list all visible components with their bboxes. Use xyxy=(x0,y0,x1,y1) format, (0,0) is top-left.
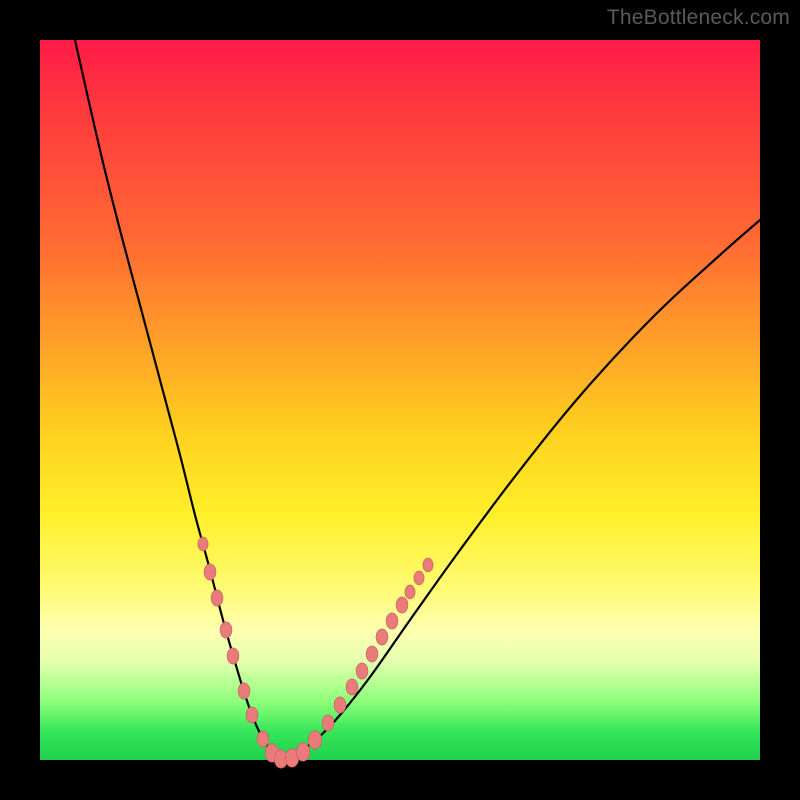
curve-left-branch xyxy=(75,40,280,759)
scatter-dot xyxy=(220,622,232,638)
chart-frame: TheBottleneck.com xyxy=(0,0,800,800)
scatter-dot xyxy=(211,590,223,606)
plot-area xyxy=(40,40,760,760)
scatter-dot xyxy=(227,648,239,664)
scatter-dot xyxy=(334,697,346,713)
scatter-dots xyxy=(198,537,433,768)
scatter-dot xyxy=(246,707,258,723)
scatter-dot xyxy=(322,715,334,731)
curve-right-branch xyxy=(280,220,760,759)
scatter-dot xyxy=(346,679,358,695)
scatter-dot xyxy=(366,646,378,662)
scatter-dot xyxy=(204,564,216,580)
scatter-dot xyxy=(414,571,424,585)
scatter-dot xyxy=(396,597,408,613)
scatter-dot xyxy=(296,743,310,761)
scatter-dot xyxy=(238,683,250,699)
watermark-text: TheBottleneck.com xyxy=(607,6,790,30)
scatter-dot xyxy=(376,629,388,645)
scatter-dot xyxy=(356,663,368,679)
scatter-dot xyxy=(405,585,415,599)
scatter-dot xyxy=(257,731,269,747)
curve-svg xyxy=(40,40,760,760)
scatter-dot xyxy=(308,731,322,749)
scatter-dot xyxy=(386,613,398,629)
scatter-dot xyxy=(423,558,433,572)
scatter-dot xyxy=(198,537,208,551)
